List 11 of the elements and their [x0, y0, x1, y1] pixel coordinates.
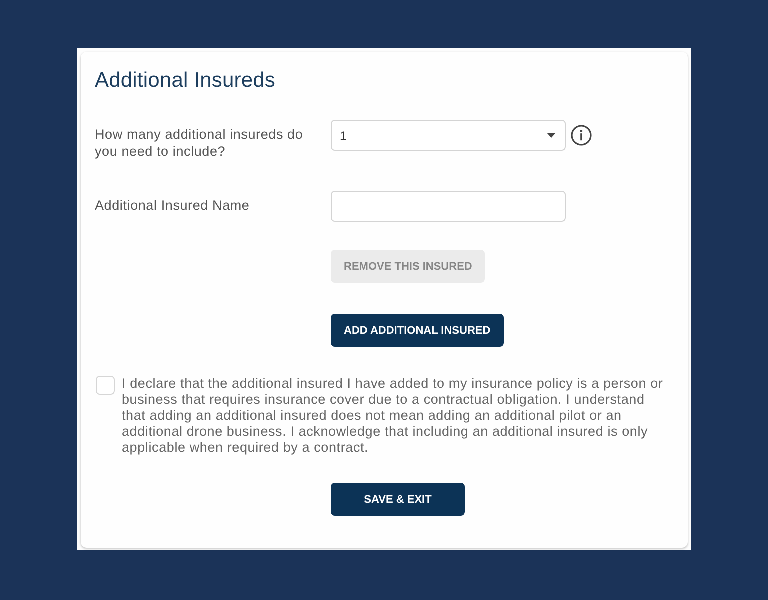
- declaration-checkbox[interactable]: [96, 376, 115, 395]
- caret-icon: [547, 133, 556, 138]
- count-dropdown[interactable]: 1: [331, 120, 566, 151]
- declaration-text: I declare that the additional insured I have added to my insurance policy is a person or business that requires insurance cover due to a contractual obligation. I understand that adding an additional insured does not mean adding an additional pilot or an additional drone business. I acknowledge that including an additional insured is only applicable when required by a contract.: [122, 376, 664, 456]
- add-insured-button[interactable]: ADD ADDITIONAL INSURED: [331, 314, 504, 347]
- info-icon[interactable]: [571, 125, 592, 146]
- form-title: Additional Insureds: [95, 69, 276, 93]
- save-exit-button[interactable]: SAVE & EXIT: [331, 483, 465, 516]
- field-label: Additional Insured Name: [95, 197, 251, 214]
- name-input-field[interactable]: [331, 191, 566, 222]
- field-label: How many additional insureds do you need to include?: [95, 126, 304, 160]
